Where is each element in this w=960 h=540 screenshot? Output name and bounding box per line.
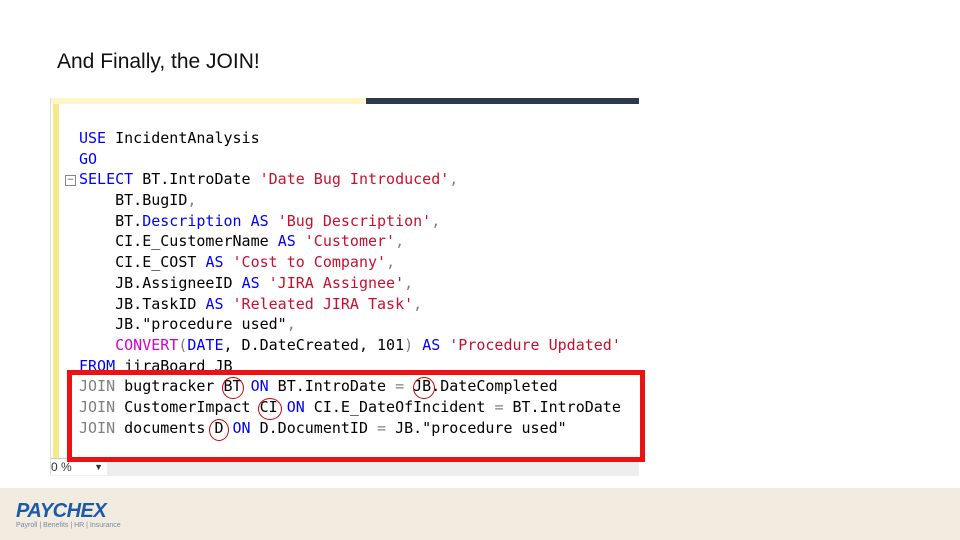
- code-line: BT.Description AS 'Bug Description',: [79, 211, 621, 232]
- code-token: AS: [205, 294, 233, 313]
- code-token: AS: [422, 335, 450, 354]
- code-token: IncidentAnalysis: [106, 129, 260, 147]
- code-token: 'JIRA Assignee': [268, 273, 405, 292]
- alias-circle-ci: [258, 398, 282, 420]
- editor-tab-strip: [51, 98, 639, 104]
- code-token: ,: [386, 253, 396, 272]
- code-token: AS: [277, 232, 305, 251]
- footer: PAYCHEX Payroll | Benefits | HR | Insura…: [0, 488, 960, 540]
- change-margin: [53, 104, 59, 459]
- code-token: SELECT: [79, 170, 134, 189]
- code-token: JB."procedure used": [79, 315, 287, 334]
- code-token: GO: [79, 149, 98, 168]
- zoom-value: 0 %: [51, 460, 72, 474]
- code-token: BT.BugID: [79, 191, 188, 210]
- code-token: ,: [431, 211, 441, 230]
- code-token: JB.AssigneeID: [79, 273, 242, 292]
- code-token: 'Customer': [304, 232, 396, 251]
- code-token: AS: [241, 211, 278, 230]
- alias-circle-jb: [413, 377, 435, 399]
- code-token: BT.IntroDate: [133, 170, 260, 189]
- code-token: ): [404, 335, 423, 354]
- code-token: AS: [205, 253, 233, 272]
- code-line: SELECT BT.IntroDate 'Date Bug Introduced…: [79, 169, 621, 190]
- code-line: BT.BugID,: [79, 190, 621, 211]
- tab-bar-dark: [366, 98, 639, 104]
- code-token: JB.TaskID: [79, 294, 206, 313]
- code-token: 'Procedure Updated': [449, 335, 621, 354]
- logo-tagline: Payroll | Benefits | HR | Insurance: [16, 522, 121, 529]
- code-token: 'Releated JIRA Task': [232, 294, 414, 313]
- paychex-logo: PAYCHEX: [16, 500, 107, 522]
- alias-circle-bt: [222, 377, 244, 399]
- code-line: GO: [79, 149, 621, 170]
- code-token: CI.E_COST: [79, 253, 206, 272]
- code-token: 'Bug Description': [277, 211, 432, 230]
- code-token: ,: [286, 315, 296, 334]
- code-token: BT.: [79, 211, 143, 230]
- collapse-icon[interactable]: −: [65, 175, 76, 186]
- code-token: ,: [187, 191, 197, 210]
- code-line: JB.AssigneeID AS 'JIRA Assignee',: [79, 273, 621, 294]
- code-line: CI.E_CustomerName AS 'Customer',: [79, 231, 621, 252]
- code-line: JB.TaskID AS 'Releated JIRA Task',: [79, 294, 621, 315]
- code-token: , D.DateCreated, 101: [223, 335, 405, 354]
- join-highlight-box: [67, 370, 645, 462]
- code-token: USE: [79, 129, 107, 147]
- code-token: ,: [404, 273, 414, 292]
- code-token: AS: [241, 273, 269, 292]
- code-line: CI.E_COST AS 'Cost to Company',: [79, 252, 621, 273]
- code-line: USE IncidentAnalysis: [79, 128, 621, 149]
- alias-circle-d: [209, 419, 229, 441]
- code-token: CI.E_CustomerName: [79, 232, 278, 251]
- code-token: ,: [395, 232, 405, 251]
- code-token: DATE: [187, 335, 224, 354]
- code-token: Description: [142, 211, 242, 230]
- code-token: 'Cost to Company': [232, 253, 387, 272]
- code-token: ,: [413, 294, 423, 313]
- code-token: 'Date Bug Introduced': [259, 170, 450, 189]
- code-line: JB."procedure used",: [79, 314, 621, 335]
- code-line: CONVERT(DATE, D.DateCreated, 101) AS 'Pr…: [79, 335, 621, 356]
- code-token: CONVERT: [79, 335, 179, 354]
- code-token: ,: [449, 170, 459, 189]
- slide-title: And Finally, the JOIN!: [57, 50, 260, 73]
